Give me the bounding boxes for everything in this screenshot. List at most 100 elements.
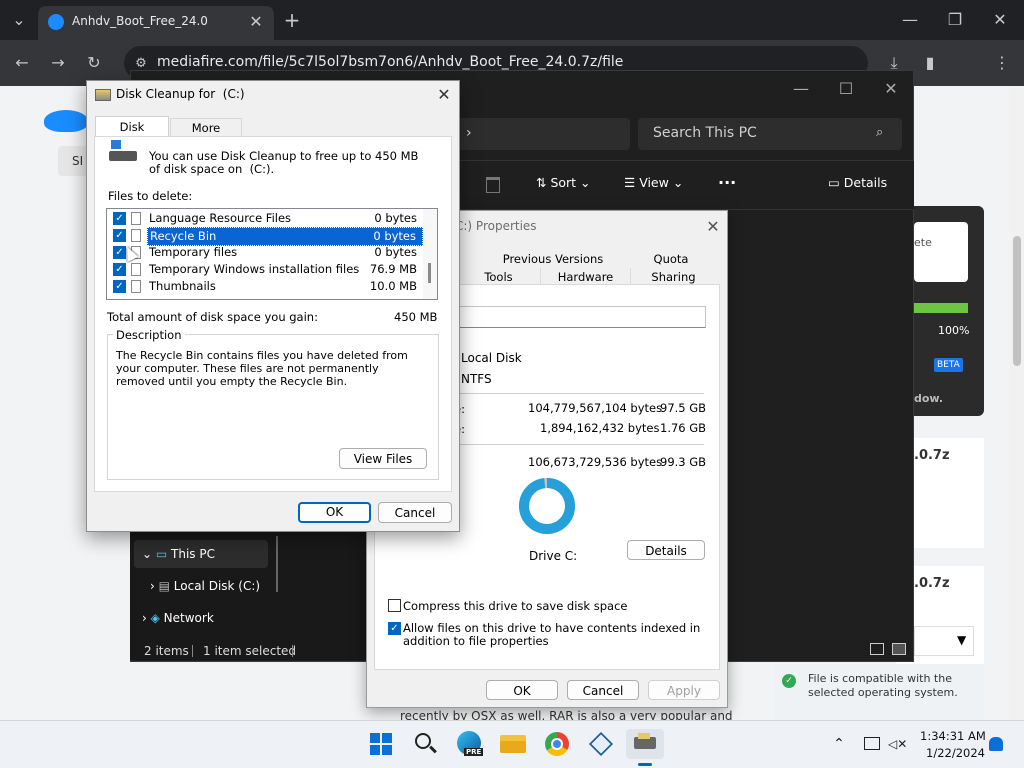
file-checkbox[interactable]: ✓ xyxy=(113,263,126,276)
check-circle-icon: ✓ xyxy=(782,674,796,688)
disk-cleanup-title-icon xyxy=(95,89,111,101)
total-gain-label: Total amount of disk space you gain: xyxy=(107,310,318,324)
filesystem-value: NTFS xyxy=(461,372,492,386)
file-list-item[interactable]: ✓ Language Resource Files 0 bytes xyxy=(107,210,423,227)
explorer-address-bar[interactable]: › xyxy=(458,118,630,150)
drive-type-value: Local Disk xyxy=(461,351,522,365)
forward-arrow-icon[interactable]: → xyxy=(48,53,68,73)
nav-network[interactable]: › ◈ Network xyxy=(142,604,214,632)
more-options-button[interactable]: ··· xyxy=(718,173,736,192)
cleanup-intro-text: You can use Disk Cleanup to free up to 4… xyxy=(149,149,423,176)
properties-ok-button[interactable]: OK xyxy=(486,680,558,700)
pre-badge: PRE xyxy=(464,748,484,756)
details-pane-button[interactable]: ▭ Details xyxy=(828,175,887,190)
properties-cancel-button[interactable]: Cancel xyxy=(567,680,639,700)
panel-card-text: ete xyxy=(914,236,932,249)
delete-trash-icon[interactable] xyxy=(486,177,500,193)
disk-details-button[interactable]: Details xyxy=(627,540,705,560)
compress-checkbox[interactable] xyxy=(388,599,401,612)
tab-quota[interactable]: Quota xyxy=(628,250,714,268)
divider xyxy=(458,444,704,445)
nav-pane-divider[interactable] xyxy=(276,536,278,592)
properties-close-icon[interactable]: ✕ xyxy=(705,217,721,237)
properties-apply-button[interactable]: Apply xyxy=(648,680,720,700)
windows-start-icon[interactable] xyxy=(366,729,396,759)
donut-used-ring xyxy=(519,478,575,534)
nav-local-disk-label: Local Disk (C:) xyxy=(173,579,261,593)
tab-search-chevron-icon[interactable]: ⌄ xyxy=(8,10,30,30)
cleanup-ok-button[interactable]: OK xyxy=(298,502,371,523)
list-scrollbar[interactable] xyxy=(423,209,437,299)
scroll-thumb[interactable] xyxy=(1013,236,1021,366)
search-icon[interactable] xyxy=(410,729,440,759)
reload-icon[interactable]: ↻ xyxy=(84,53,104,73)
file-explorer-icon[interactable] xyxy=(498,729,528,759)
sort-chevron-icon: ⌄ xyxy=(576,175,591,190)
clock-date[interactable]: 1/22/2024 xyxy=(926,746,985,760)
browser-menu-icon[interactable]: ⋮ xyxy=(992,53,1012,73)
file-icon xyxy=(131,263,141,276)
file-list-item[interactable]: ✓ Temporary Windows installation files 76.… xyxy=(107,261,423,278)
file-size: 76.9 MB xyxy=(369,262,417,276)
sort-button[interactable]: ⇅ Sort ⌄ xyxy=(536,175,591,190)
edge-browser-icon[interactable]: PRE xyxy=(454,729,484,759)
file-list-item[interactable]: ✓ Recycle Bin 0 bytes xyxy=(107,227,423,246)
view-button[interactable]: ☰ View ⌄ xyxy=(624,175,683,190)
index-checkbox[interactable]: ✓ xyxy=(388,622,401,635)
cleanup-cancel-button[interactable]: Cancel xyxy=(378,502,452,523)
virtualbox-icon[interactable] xyxy=(586,729,616,759)
files-to-delete-list[interactable]: ✓ Language Resource Files 0 bytes ✓ Recycle … xyxy=(106,208,438,300)
side-panel-icon[interactable]: ▮ xyxy=(920,53,940,73)
file-list-item[interactable]: ✓ Thumbnails 10.0 MB xyxy=(107,278,423,295)
explorer-minimize-icon[interactable]: — xyxy=(791,79,811,99)
file-size: 0 bytes xyxy=(374,245,417,259)
tray-monitor-icon[interactable] xyxy=(864,737,880,750)
progress-bar xyxy=(914,303,968,313)
explorer-search-box[interactable]: Search This PC ⌕ xyxy=(638,118,902,150)
file-card-2-text: .0.7z xyxy=(914,576,950,591)
compat-notice: ✓ File is compatible with the selected o… xyxy=(774,664,984,720)
nav-network-label: Network xyxy=(163,611,214,625)
list-scroll-thumb[interactable] xyxy=(428,263,431,283)
file-checkbox[interactable]: ✓ xyxy=(113,229,126,242)
files-to-delete-label: Files to delete: xyxy=(108,189,193,203)
new-tab-plus-icon[interactable]: + xyxy=(282,10,302,30)
sign-text: SI xyxy=(72,154,84,168)
browser-tab[interactable]: Anhdv_Boot_Free_24.0 ✕ xyxy=(38,6,274,40)
tab-disk-cleanup[interactable]: Disk Cleanup xyxy=(95,116,169,154)
explorer-close-icon[interactable]: ✕ xyxy=(881,79,901,99)
explorer-maximize-icon[interactable]: ☐ xyxy=(836,79,856,99)
tab-more-options[interactable]: More Options xyxy=(170,118,242,153)
mediafire-favicon-icon xyxy=(48,14,64,30)
tray-chevron-up-icon[interactable]: ⌃ xyxy=(831,736,847,752)
chrome-icon[interactable] xyxy=(542,729,572,759)
view-files-button[interactable]: View Files xyxy=(339,448,427,469)
file-checkbox[interactable]: ✓ xyxy=(113,280,126,293)
file-name: Temporary Windows installation files 76.9… xyxy=(149,262,417,276)
os-select[interactable]: ▼ xyxy=(914,626,974,656)
window-restore-icon[interactable]: ❐ xyxy=(945,10,965,30)
page-scrollbar[interactable] xyxy=(1010,86,1024,720)
progress-fill xyxy=(914,303,968,313)
tiles-view-icon[interactable] xyxy=(892,643,906,655)
nav-this-pc[interactable]: ⌄ ▭ This PC xyxy=(134,540,268,568)
details-view-icon[interactable] xyxy=(870,643,884,655)
disk-cleanup-taskbar-icon[interactable] xyxy=(626,729,664,766)
tab-title: Anhdv_Boot_Free_24.0 xyxy=(72,14,208,28)
tray-volume-muted-icon[interactable]: ◁✕ xyxy=(888,737,907,751)
beta-badge: BETA xyxy=(934,358,963,372)
file-checkbox[interactable]: ✓ xyxy=(113,212,126,225)
download-panel-card[interactable]: ete xyxy=(914,222,968,282)
back-arrow-icon[interactable]: ← xyxy=(12,53,32,73)
nav-local-disk[interactable]: › ▤ Local Disk (C:) xyxy=(150,572,260,600)
notification-bell-icon[interactable] xyxy=(989,737,1003,751)
file-list-item[interactable]: ✓ Temporary files 0 bytes xyxy=(107,244,423,261)
tab-close-icon[interactable]: ✕ xyxy=(246,12,266,32)
disk-cleanup-close-icon[interactable]: ✕ xyxy=(435,85,453,105)
tab-previous-versions[interactable]: Previous Versions xyxy=(468,250,638,268)
window-minimize-icon[interactable]: — xyxy=(900,10,920,30)
drive-name-input[interactable] xyxy=(458,306,706,328)
description-label: Description xyxy=(113,328,185,342)
window-close-icon[interactable]: ✕ xyxy=(990,10,1010,30)
clock-time[interactable]: 1:34:31 AM xyxy=(920,729,986,743)
